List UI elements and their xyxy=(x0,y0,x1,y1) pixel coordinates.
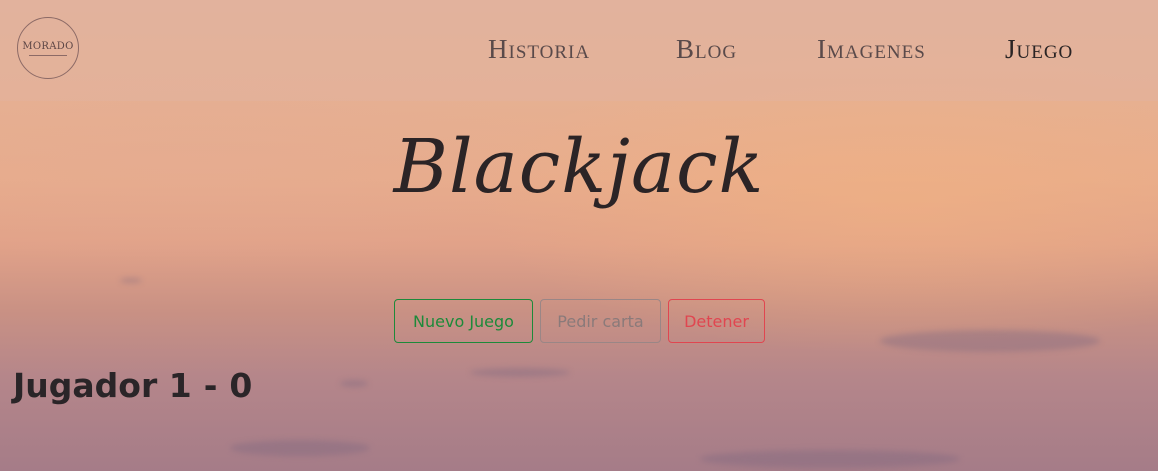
player-name: Jugador 1 xyxy=(13,366,192,405)
background-cloud xyxy=(120,278,142,283)
hit-card-button[interactable]: Pedir carta xyxy=(540,299,661,343)
background-cloud xyxy=(700,450,960,468)
nav-item-historia[interactable]: Historia xyxy=(488,34,590,68)
background-cloud xyxy=(230,440,370,456)
player-score: 0 xyxy=(229,366,253,405)
player-separator: - xyxy=(203,366,218,405)
nav-item-juego[interactable]: Juego xyxy=(1005,34,1073,68)
nav-item-imagenes[interactable]: Imagenes xyxy=(817,34,926,68)
site-header: MORADO Historia Blog Imagenes Juego xyxy=(0,0,1158,101)
logo-underline xyxy=(29,54,67,56)
page-title: Blackjack xyxy=(393,124,765,210)
site-logo[interactable]: MORADO xyxy=(17,17,79,79)
stop-button[interactable]: Detener xyxy=(668,299,765,343)
nav-item-blog[interactable]: Blog xyxy=(676,34,737,68)
logo-text: MORADO xyxy=(22,40,74,52)
background-cloud xyxy=(880,330,1100,352)
background-cloud xyxy=(470,368,570,377)
background-cloud xyxy=(340,380,368,387)
player-score-heading: Jugador 1-0 xyxy=(13,366,252,405)
new-game-button[interactable]: Nuevo Juego xyxy=(394,299,533,343)
